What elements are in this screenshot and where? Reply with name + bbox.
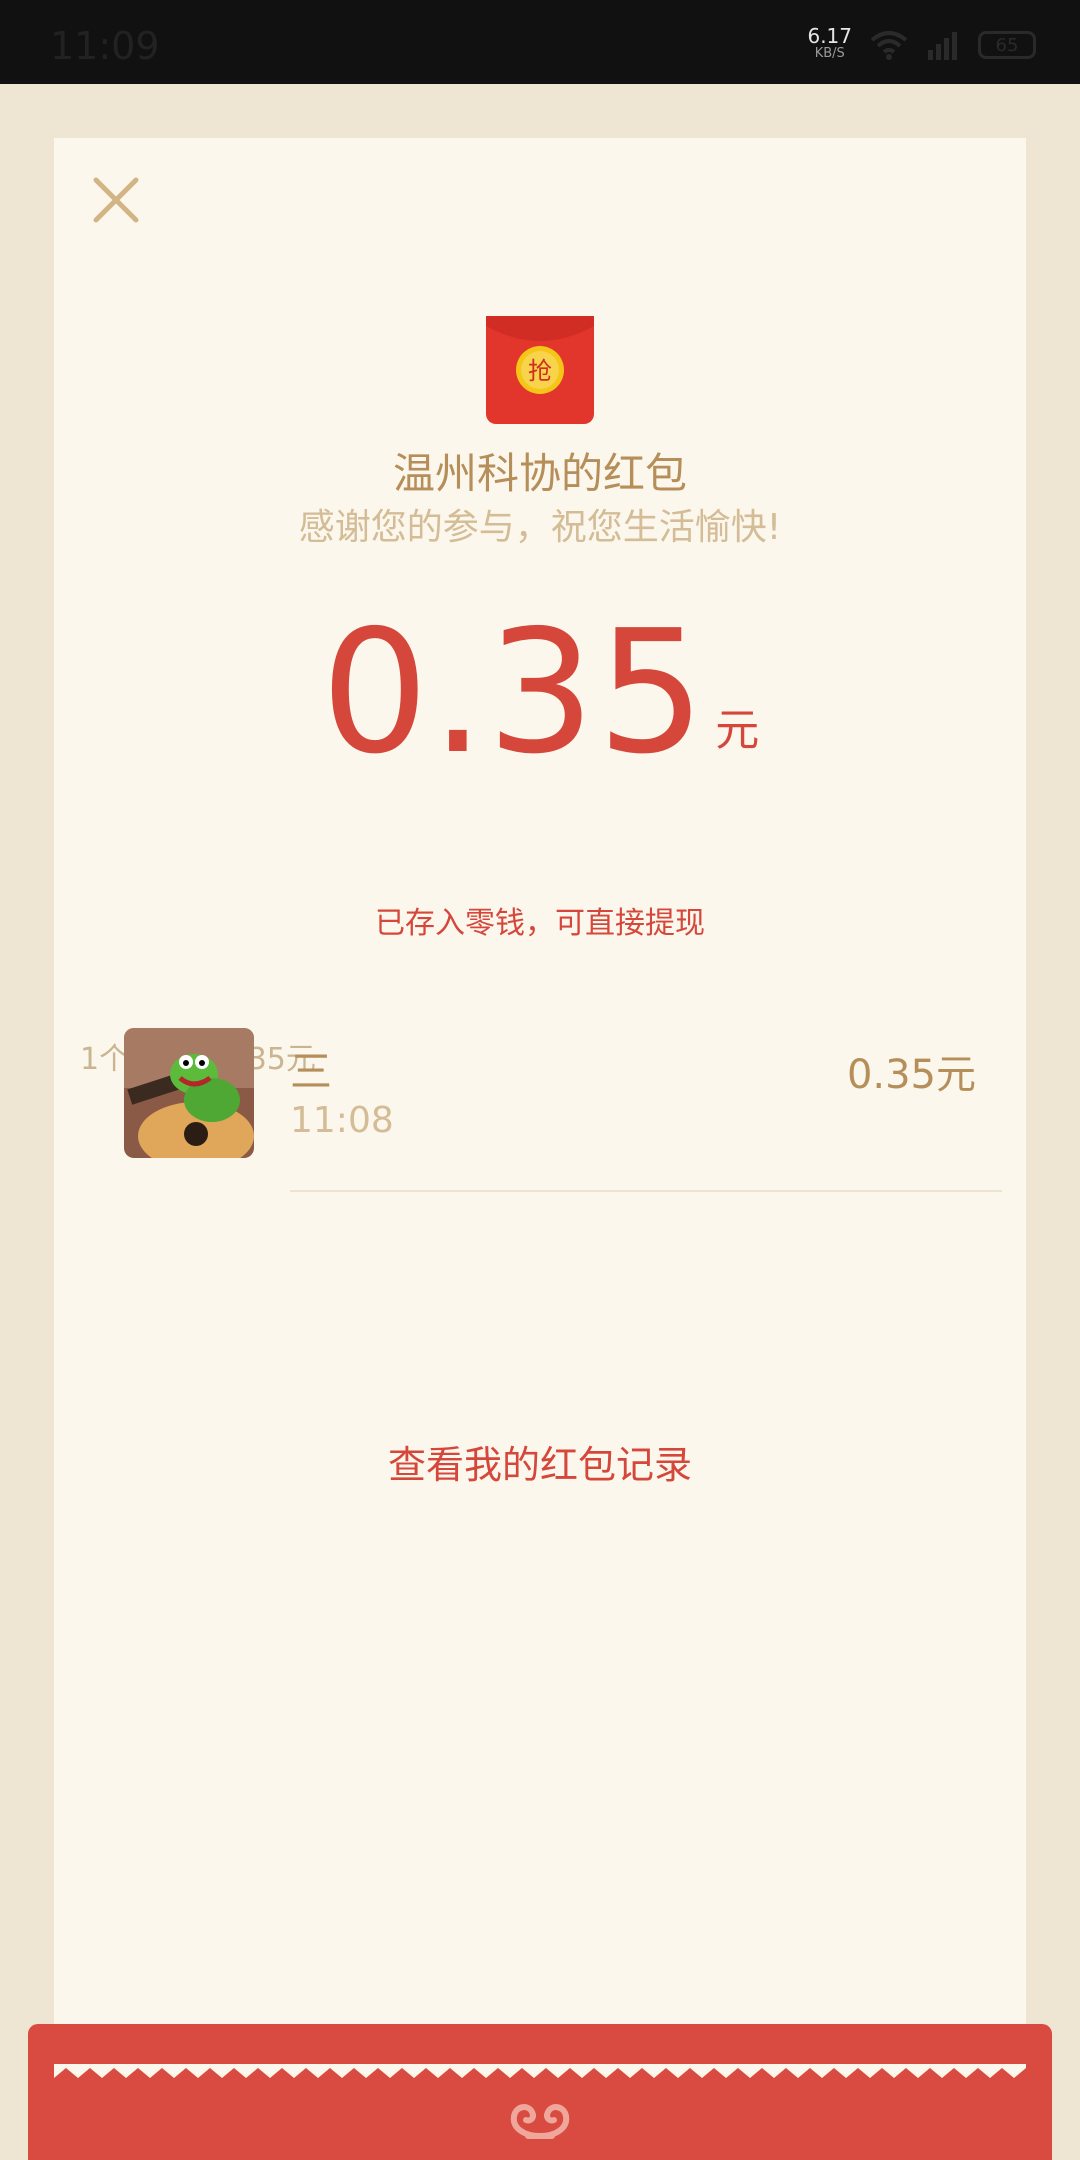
record-name: 三 bbox=[290, 1047, 333, 1096]
record-time: 11:08 bbox=[290, 1100, 394, 1141]
status-bar: 11:09 6.17 KB/S 65 bbox=[0, 0, 1080, 84]
sender-title: 温州科协的红包 bbox=[392, 449, 687, 498]
amount-value: 0.35 bbox=[320, 594, 708, 792]
net-speed-value: 6.17 bbox=[807, 24, 852, 48]
divider bbox=[290, 1190, 1002, 1192]
cloud-logo-icon bbox=[510, 2104, 570, 2139]
envelope-char: 抢 bbox=[528, 357, 552, 385]
blessing-text: 感谢您的参与，祝您生活愉快! bbox=[298, 507, 782, 548]
close-icon[interactable] bbox=[90, 174, 142, 226]
saved-to-wallet-link[interactable]: 已存入零钱，可直接提现 bbox=[54, 898, 1026, 942]
redpacket-detail-card: 抢 温州科协的红包 感谢您的参与，祝您生活愉快! 0.35 元 已存入零钱，可直… bbox=[54, 138, 1026, 2160]
amount-display: 0.35 元 bbox=[54, 608, 1026, 778]
record-amount: 0.35元 bbox=[846, 1052, 976, 1098]
signal-icon bbox=[928, 32, 957, 60]
view-my-records-link[interactable]: 查看我的红包记录 bbox=[54, 1434, 1026, 1489]
list-item[interactable]: 三 11:08 0.35元 bbox=[124, 1028, 1026, 1188]
zigzag-edge bbox=[54, 2064, 1026, 2078]
wifi-icon bbox=[870, 31, 908, 60]
status-icons: 6.17 KB/S 65 bbox=[807, 20, 1036, 70]
network-speed: 6.17 KB/S bbox=[807, 24, 852, 63]
amount-unit: 元 bbox=[715, 705, 760, 756]
red-envelope-icon: 抢 bbox=[486, 316, 594, 424]
status-time: 11:09 bbox=[50, 24, 160, 68]
battery-icon: 65 bbox=[978, 31, 1036, 59]
avatar[interactable] bbox=[124, 1028, 254, 1158]
